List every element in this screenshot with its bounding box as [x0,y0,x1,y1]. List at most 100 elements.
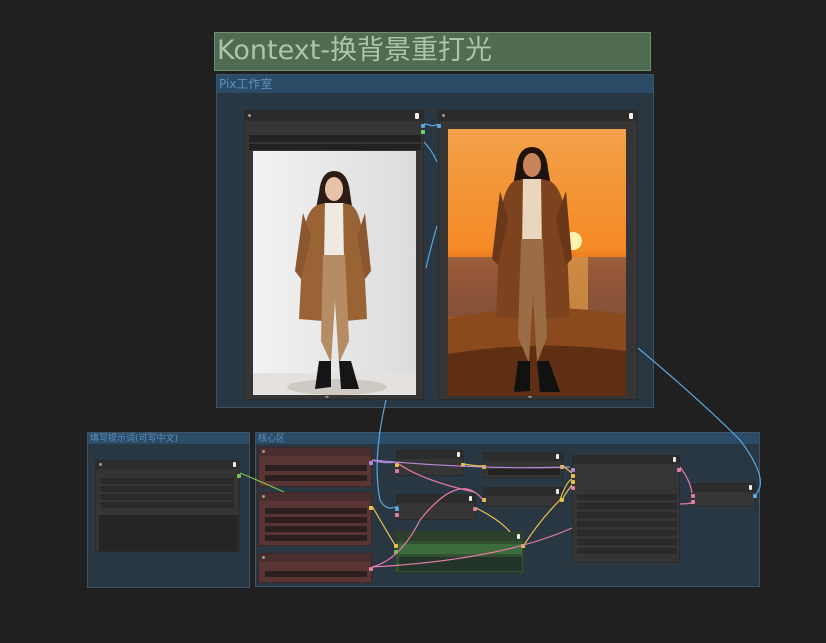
prompt-textarea[interactable] [99,515,238,551]
node-pin-icon[interactable] [457,452,460,457]
latent-output-port[interactable] [677,468,681,472]
flux-guidance-node[interactable] [482,452,564,478]
steps-field[interactable] [577,512,677,518]
vae-encode-node[interactable] [395,494,477,520]
node-header[interactable] [259,554,371,562]
scheduler-field[interactable] [577,539,677,545]
mask-output-port[interactable] [421,130,425,134]
node-header[interactable] [484,488,562,496]
input-port[interactable] [482,465,486,469]
collapse-dot-icon[interactable] [99,463,102,466]
text-input-field[interactable] [399,544,522,554]
node-pin-icon[interactable] [469,496,472,501]
output-photo [448,129,626,396]
image-select-field[interactable] [249,135,421,142]
node-pin-icon[interactable] [673,457,676,462]
vae-input-port[interactable] [691,500,695,504]
woman-in-coat-sunset-beach-icon [448,129,626,396]
input-port[interactable] [395,507,399,511]
clip-loader-node[interactable] [258,492,373,546]
input-photo-caption-icon: ▬ [325,394,329,399]
node-header[interactable] [484,453,562,461]
node-header[interactable] [573,456,679,464]
reference-latent-node[interactable] [395,450,465,476]
collapse-dot-icon[interactable] [442,114,445,117]
clip-type-field[interactable] [265,526,367,532]
latent-input-port[interactable] [571,486,575,490]
prompt-option-3[interactable] [101,494,234,500]
vae-output-port[interactable] [369,567,373,571]
node-pin-icon[interactable] [629,113,633,119]
clip-device-field[interactable] [265,535,367,541]
node-pin-icon[interactable] [749,485,752,490]
node-header[interactable] [397,495,475,503]
input-photo [253,151,416,395]
node-header[interactable] [245,111,423,121]
model-output-port[interactable] [369,461,373,465]
prompt-text-node[interactable] [95,460,241,552]
positive-input-port[interactable] [571,474,575,478]
clip-input-port[interactable] [394,544,398,548]
prompt-option-2[interactable] [101,486,234,492]
ksampler-node[interactable] [571,455,681,563]
sampler-field[interactable] [577,530,677,536]
prompt-option-1[interactable] [101,478,234,484]
woman-in-coat-white-studio-icon [253,151,416,395]
cfg-field[interactable] [577,521,677,527]
input-port[interactable] [395,513,399,517]
node-header[interactable] [693,484,755,492]
denoise-field[interactable] [577,548,677,554]
node-header[interactable] [396,532,523,541]
text-input-port[interactable] [394,550,398,554]
seed-field[interactable] [577,494,677,500]
node-pin-icon[interactable] [556,489,559,494]
node-header[interactable] [96,461,239,469]
unet-name-field[interactable] [265,465,367,471]
node-header[interactable] [259,493,371,501]
model-input-port[interactable] [571,468,575,472]
clip-output-port[interactable] [369,506,373,510]
node-pin-icon[interactable] [233,462,236,467]
output-port[interactable] [473,507,477,511]
weight-dtype-field[interactable] [265,475,367,481]
control-field[interactable] [577,503,677,509]
collapse-dot-icon[interactable] [262,450,265,453]
group-header[interactable] [217,75,653,93]
node-header[interactable] [259,448,371,456]
image-output-port[interactable] [421,124,425,128]
vae-decode-node[interactable] [691,483,757,507]
output-port[interactable] [560,498,564,502]
output-port[interactable] [560,465,564,469]
input-port[interactable] [395,463,399,467]
group-header[interactable] [256,433,759,444]
collapse-dot-icon[interactable] [262,556,265,559]
node-header[interactable] [439,111,637,121]
clip-name2-field[interactable] [265,517,367,523]
model-loader-node[interactable] [258,447,373,487]
node-header[interactable] [397,451,463,459]
clip-name1-field[interactable] [265,508,367,514]
output-port[interactable] [461,463,465,467]
text-encode-node[interactable] [394,531,525,573]
string-output-port[interactable] [237,474,241,478]
conditioning-output-port[interactable] [521,544,525,548]
node-pin-icon[interactable] [556,454,559,459]
image-output-port[interactable] [753,494,757,498]
collapse-dot-icon[interactable] [262,495,265,498]
images-input-port[interactable] [437,124,441,128]
input-port[interactable] [482,498,486,502]
vae-loader-node[interactable] [258,553,373,583]
samples-input-port[interactable] [691,494,695,498]
title-group[interactable]: Kontext-换背景重打光 [214,32,651,71]
upload-button[interactable] [249,144,421,150]
prompt-option-4[interactable] [101,502,234,508]
vae-name-field[interactable] [265,571,367,577]
collapse-dot-icon[interactable] [248,114,251,117]
node-pin-icon[interactable] [415,113,419,119]
input-port[interactable] [395,469,399,473]
node-pin-icon[interactable] [517,534,520,539]
negative-input-port[interactable] [571,480,575,484]
text-area[interactable] [399,557,522,571]
conditioning-zero-node[interactable] [482,487,564,507]
guidance-field[interactable] [488,469,560,475]
